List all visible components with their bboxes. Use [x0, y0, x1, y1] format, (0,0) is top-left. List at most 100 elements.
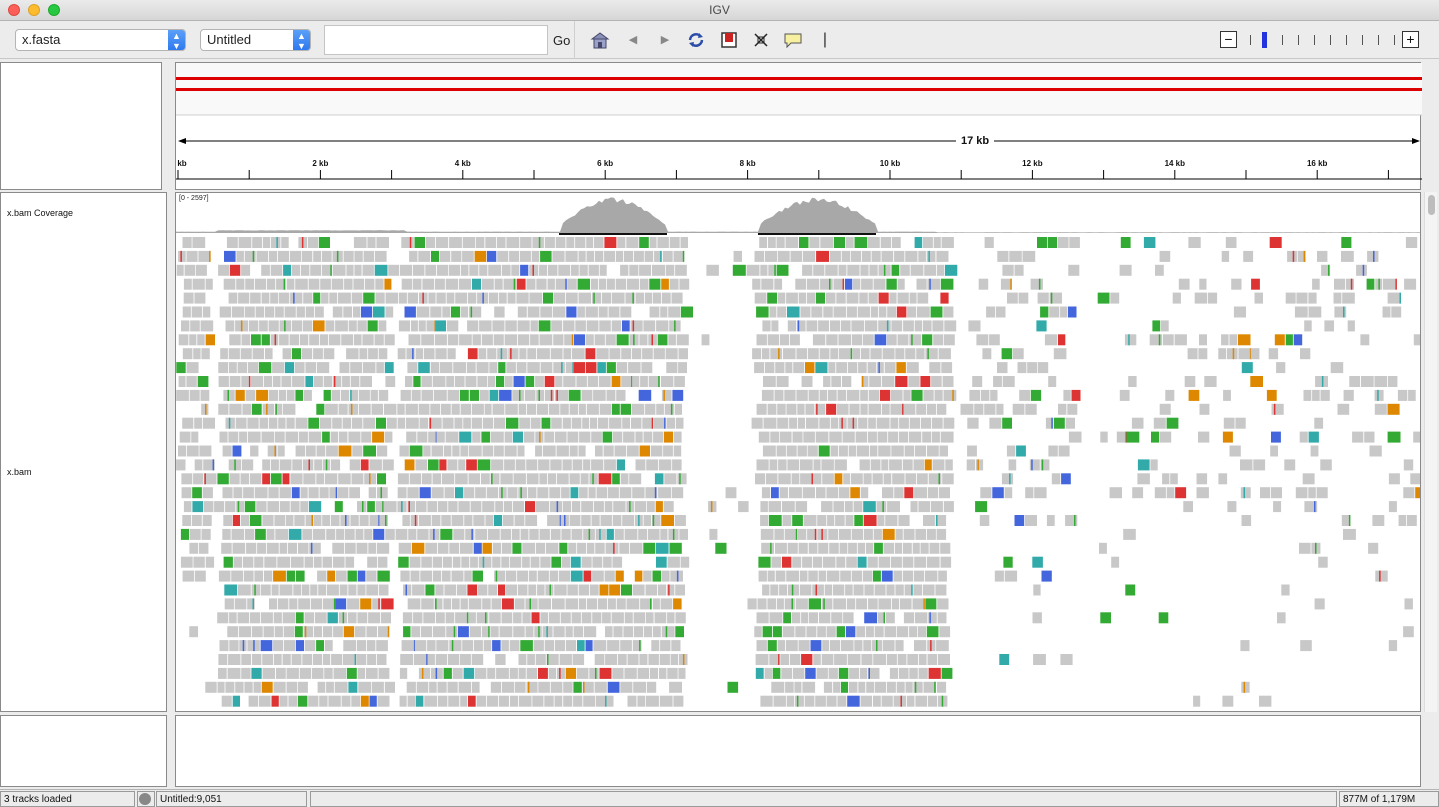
read-alignment[interactable] [673, 250, 684, 262]
read-mismatch[interactable] [262, 473, 270, 485]
read-alignment[interactable] [906, 362, 919, 374]
read-alignment[interactable] [972, 376, 983, 387]
read-alignment[interactable] [912, 598, 925, 610]
read-alignment[interactable] [229, 376, 241, 387]
read-mismatch[interactable] [217, 473, 229, 485]
read-alignment[interactable] [221, 695, 232, 707]
read-mismatch[interactable] [474, 250, 487, 262]
read-alignment[interactable] [822, 473, 834, 485]
read-alignment[interactable] [776, 598, 784, 610]
read-alignment[interactable] [203, 306, 211, 318]
read-alignment[interactable] [761, 487, 771, 499]
read-alignment[interactable] [1281, 584, 1290, 596]
read-alignment[interactable] [562, 501, 572, 513]
read-alignment[interactable] [1037, 362, 1049, 374]
read-alignment[interactable] [581, 501, 593, 513]
read-alignment[interactable] [513, 501, 525, 513]
read-alignment[interactable] [646, 681, 657, 693]
read-alignment[interactable] [866, 681, 875, 693]
read-alignment[interactable] [1374, 389, 1384, 401]
read-alignment[interactable] [555, 376, 563, 387]
read-alignment[interactable] [1352, 431, 1364, 443]
read-alignment[interactable] [400, 570, 410, 582]
read-alignment[interactable] [415, 501, 427, 513]
read-alignment[interactable] [304, 556, 314, 568]
read-alignment[interactable] [322, 598, 335, 610]
read-alignment[interactable] [468, 473, 481, 485]
read-alignment[interactable] [468, 612, 476, 624]
read-alignment[interactable] [671, 292, 683, 304]
read-alignment[interactable] [310, 264, 321, 276]
read-alignment[interactable] [1225, 237, 1237, 248]
read-alignment[interactable] [1341, 250, 1354, 262]
read-alignment[interactable] [319, 334, 329, 346]
zoom-tick[interactable] [1378, 35, 1379, 45]
read-alignment[interactable] [298, 431, 308, 443]
read-alignment[interactable] [899, 667, 909, 679]
read-alignment[interactable] [368, 487, 376, 499]
read-alignment[interactable] [669, 681, 682, 693]
read-alignment[interactable] [275, 306, 284, 318]
read-alignment[interactable] [544, 640, 555, 652]
read-alignment[interactable] [1162, 473, 1170, 485]
read-alignment[interactable] [266, 278, 276, 290]
read-alignment[interactable] [1159, 403, 1171, 415]
read-alignment[interactable] [832, 584, 845, 596]
read-alignment[interactable] [833, 598, 846, 610]
read-alignment[interactable] [1018, 292, 1029, 304]
read-alignment[interactable] [324, 667, 333, 679]
read-alignment[interactable] [405, 403, 418, 415]
read-alignment[interactable] [184, 264, 196, 276]
read-alignment[interactable] [760, 515, 768, 526]
read-mismatch[interactable] [895, 376, 908, 387]
read-alignment[interactable] [601, 292, 612, 304]
read-alignment[interactable] [270, 459, 279, 471]
read-alignment[interactable] [812, 584, 824, 596]
read-alignment[interactable] [902, 542, 912, 554]
read-alignment[interactable] [807, 445, 818, 457]
read-alignment[interactable] [218, 667, 227, 679]
read-alignment[interactable] [643, 570, 652, 582]
read-alignment[interactable] [905, 348, 916, 360]
read-alignment[interactable] [918, 501, 931, 513]
read-mismatch[interactable] [758, 556, 771, 568]
read-alignment[interactable] [270, 237, 281, 248]
read-alignment[interactable] [841, 376, 852, 387]
read-alignment[interactable] [606, 695, 614, 707]
read-alignment[interactable] [893, 695, 906, 707]
read-alignment[interactable] [1271, 403, 1284, 415]
read-mismatch[interactable] [288, 528, 302, 540]
read-alignment[interactable] [384, 334, 395, 346]
read-mismatch[interactable] [570, 556, 581, 568]
read-alignment[interactable] [512, 389, 524, 401]
read-alignment[interactable] [565, 598, 579, 610]
read-alignment[interactable] [181, 473, 193, 485]
read-alignment[interactable] [883, 640, 895, 652]
read-mismatch[interactable] [489, 389, 499, 401]
read-alignment[interactable] [302, 459, 314, 471]
read-alignment[interactable] [507, 292, 516, 304]
read-alignment[interactable] [733, 250, 742, 262]
read-alignment[interactable] [559, 654, 572, 665]
read-alignment[interactable] [586, 250, 595, 262]
zoom-slider-thumb[interactable] [1262, 32, 1267, 48]
read-mismatch[interactable] [482, 542, 492, 554]
read-mismatch[interactable] [1003, 556, 1013, 568]
read-alignment[interactable] [1065, 417, 1075, 429]
read-alignment[interactable] [619, 542, 630, 554]
read-alignment[interactable] [418, 250, 431, 262]
read-alignment[interactable] [483, 640, 492, 652]
read-alignment[interactable] [608, 306, 620, 318]
read-alignment[interactable] [447, 459, 458, 471]
read-alignment[interactable] [620, 681, 633, 693]
read-alignment[interactable] [193, 473, 204, 485]
read-alignment[interactable] [770, 431, 779, 443]
read-alignment[interactable] [605, 626, 613, 638]
read-alignment[interactable] [887, 501, 900, 513]
read-alignment[interactable] [1131, 417, 1144, 429]
read-alignment[interactable] [506, 237, 520, 248]
read-alignment[interactable] [1347, 320, 1355, 332]
read-alignment[interactable] [1207, 292, 1218, 304]
read-alignment[interactable] [916, 278, 927, 290]
read-alignment[interactable] [583, 626, 597, 638]
